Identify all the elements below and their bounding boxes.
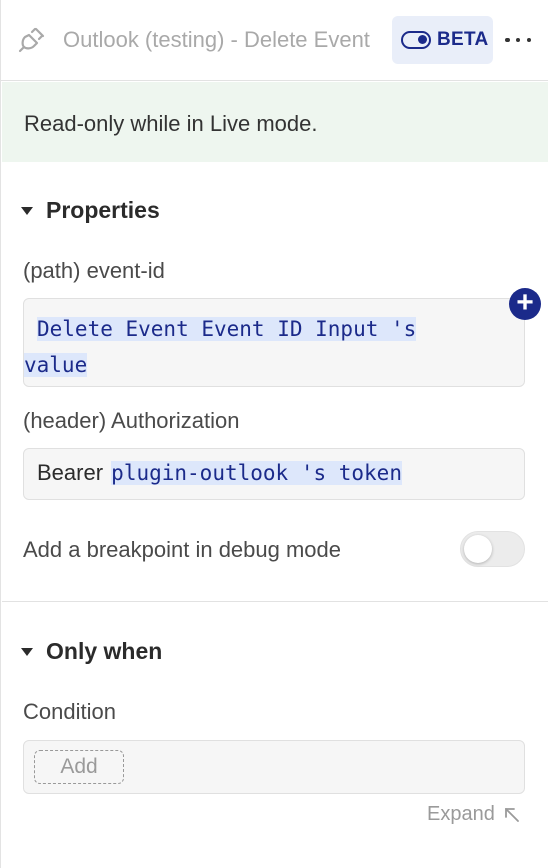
token-expression[interactable]: plugin-outlook 's token	[111, 461, 402, 485]
breakpoint-toggle[interactable]	[460, 531, 525, 567]
panel-title: Outlook (testing) - Delete Event	[63, 27, 370, 52]
arrow-up-left-icon	[504, 807, 519, 822]
toggle-icon	[401, 31, 431, 49]
only-when-title: Only when	[46, 638, 163, 664]
dynamic-expression-line2[interactable]: value	[24, 353, 88, 377]
section-divider	[2, 601, 548, 602]
properties-title: Properties	[46, 197, 160, 223]
beta-label: BETA	[437, 29, 489, 50]
caret-down-icon	[21, 647, 33, 656]
more-options-button[interactable]	[505, 28, 531, 52]
notice-text: Read-only while in Live mode.	[24, 111, 318, 136]
beta-toggle-button[interactable]: BETA	[392, 16, 493, 64]
path-event-id-field[interactable]: Delete Event Event ID Input 's value	[23, 298, 525, 387]
authorization-header-field[interactable]: Bearer plugin-outlook 's token	[23, 448, 525, 500]
live-mode-notice: Read-only while in Live mode.	[2, 82, 548, 162]
add-condition-button[interactable]: Add	[34, 750, 124, 784]
dynamic-expression-line1[interactable]: Delete Event Event ID Input 's	[37, 317, 417, 341]
plus-circle-icon[interactable]: +	[509, 288, 541, 320]
only-when-section-toggle[interactable]: Only when	[21, 638, 162, 665]
expand-label: Expand	[427, 803, 495, 825]
caret-down-icon	[21, 206, 33, 215]
breakpoint-label: Add a breakpoint in debug mode	[23, 537, 342, 562]
properties-section-toggle[interactable]: Properties	[21, 197, 160, 224]
panel-header: Outlook (testing) - Delete Event BETA	[1, 0, 548, 81]
expand-button[interactable]: Expand	[427, 803, 521, 826]
more-horizontal-icon	[505, 37, 510, 43]
condition-field[interactable]: Add	[23, 740, 525, 794]
path-event-id-label: (path) event-id	[23, 258, 165, 283]
authorization-header-label: (header) Authorization	[23, 408, 240, 433]
bearer-prefix: Bearer	[37, 460, 104, 485]
properties-panel: Outlook (testing) - Delete Event BETA Re…	[0, 0, 548, 868]
plug-icon	[18, 27, 45, 53]
condition-label: Condition	[23, 699, 116, 724]
